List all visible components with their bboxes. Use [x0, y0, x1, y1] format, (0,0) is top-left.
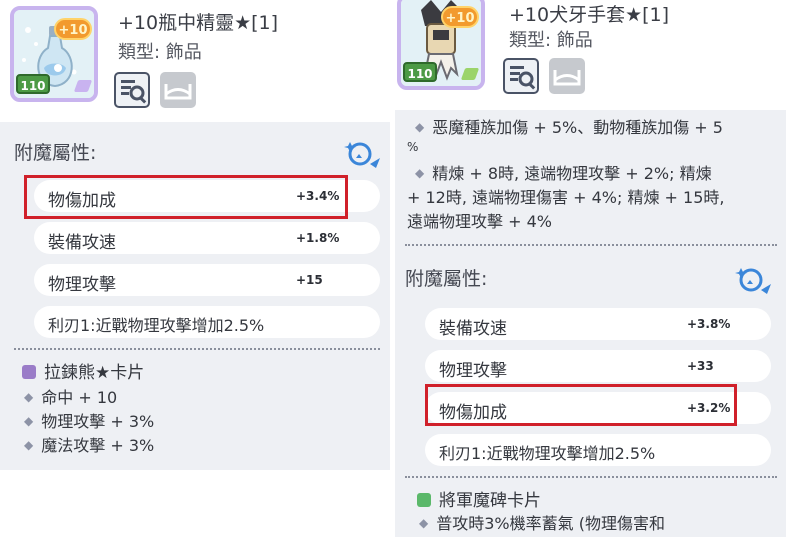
magnifier-icon [121, 80, 147, 104]
section-divider [405, 244, 777, 246]
special-attribute-row[interactable]: 利刃1:近戰物理攻擊增加2.5% [34, 306, 380, 338]
diamond-bullet-icon: ◆ [415, 166, 425, 180]
plus-level-badge: +10 [441, 6, 479, 28]
section-divider [14, 348, 380, 350]
highlight-box [425, 384, 737, 426]
card-effect: ◆ 物理攻擊 + 3% [24, 412, 155, 431]
attribute-name: 物理攻擊 [48, 275, 116, 295]
card-icon [22, 365, 36, 379]
attribute-name: 裝備攻速 [48, 233, 116, 253]
level-badge: 110 [16, 74, 50, 94]
left-item-thumbnail[interactable]: +10 110 [10, 6, 98, 102]
refine-effect-wrap: + 12時, 遠端物理傷害 + 4%; 精煉 + 15時, [407, 188, 725, 207]
card-icon [417, 493, 431, 507]
empty-tray-icon[interactable] [549, 58, 585, 94]
refine-effect: ◆ 恶魔種族加傷 + 5%、動物種族加傷 + 5 [415, 118, 723, 137]
attribute-value: +3.8% [687, 317, 731, 331]
attribute-row[interactable]: 裝備攻速 +3.8% [425, 308, 771, 340]
diamond-bullet-icon: ◆ [419, 516, 429, 530]
refine-effect-wrap: 遠端物理攻擊 + 4% [407, 212, 552, 231]
card-name: 將軍魔碑卡片 [439, 491, 541, 511]
enchant-title: 附魔屬性: [14, 142, 97, 164]
card-name-row: 將軍魔碑卡片 [417, 486, 541, 511]
right-details-section: ◆ 恶魔種族加傷 + 5%、動物種族加傷 + 5 % ◆ 精煉 + 8時, 遠端物理… [395, 110, 786, 537]
empty-tray-icon[interactable] [160, 72, 196, 108]
diamond-bullet-icon: ◆ [24, 438, 34, 452]
tray-icon [553, 70, 581, 86]
right-item-name: +10犬牙手套★[1] [509, 4, 670, 26]
highlight-box [24, 175, 348, 219]
card-name-row: 拉鍊熊★卡片 [22, 358, 144, 383]
attribute-row[interactable]: 物理攻擊 +33 [425, 350, 771, 382]
special-attribute-text: 利刃1:近戰物理攻擊增加2.5% [439, 444, 656, 463]
right-item-thumbnail[interactable]: +10 110 [397, 0, 485, 90]
attribute-name: 物理攻擊 [439, 361, 507, 381]
enchant-magnifier-icon[interactable] [344, 134, 384, 172]
attribute-value: +1.8% [296, 231, 340, 245]
special-attribute-text: 利刃1:近戰物理攻擊增加2.5% [48, 316, 265, 335]
left-item-name: +10瓶中精靈★[1] [118, 12, 279, 34]
section-divider [405, 476, 777, 478]
left-item-panel: +10 110 +10瓶中精靈★[1] 類型: 飾品 附魔屬性: 物傷加成 +3… [0, 0, 390, 537]
inspect-icon[interactable] [503, 58, 539, 94]
left-item-type: 類型: 飾品 [118, 42, 202, 63]
attribute-name: 裝備攻速 [439, 319, 507, 339]
card-effect: ◆ 命中 + 10 [24, 388, 118, 407]
right-item-header: +10 110 +10犬牙手套★[1] 類型: 飾品 [395, 0, 786, 112]
enchant-magnifier-icon[interactable] [735, 260, 775, 298]
tray-icon [164, 84, 192, 100]
attribute-row[interactable]: 物理攻擊 +15 [34, 264, 380, 296]
attribute-value: +33 [687, 359, 714, 373]
enchant-title: 附魔屬性: [405, 268, 488, 290]
right-item-panel: +10 110 +10犬牙手套★[1] 類型: 飾品 ◆ 恶魔種族加傷 + 5%、… [395, 0, 786, 537]
right-item-type: 類型: 飾品 [509, 30, 593, 51]
card-effect: ◆ 魔法攻擊 + 3% [24, 436, 155, 455]
inspect-icon[interactable] [114, 72, 150, 108]
level-badge: 110 [403, 62, 437, 82]
card-name: 拉鍊熊★卡片 [44, 363, 145, 383]
refine-effect: ◆ 精煉 + 8時, 遠端物理攻擊 + 2%; 精煉 [415, 164, 712, 183]
diamond-bullet-icon: ◆ [24, 414, 34, 428]
left-item-header: +10 110 +10瓶中精靈★[1] 類型: 飾品 [0, 0, 390, 118]
card-effect: ◆ 普攻時3%機率蓄氣 (物理傷害和 [419, 514, 665, 533]
plus-level-badge: +10 [54, 18, 92, 40]
attribute-value: +15 [296, 273, 323, 287]
magnifier-icon [510, 66, 536, 90]
refine-effect-wrap: % [407, 140, 419, 154]
special-attribute-row[interactable]: 利刃1:近戰物理攻擊增加2.5% [425, 434, 771, 466]
attribute-row[interactable]: 裝備攻速 +1.8% [34, 222, 380, 254]
diamond-bullet-icon: ◆ [24, 390, 34, 404]
diamond-bullet-icon: ◆ [415, 120, 425, 134]
